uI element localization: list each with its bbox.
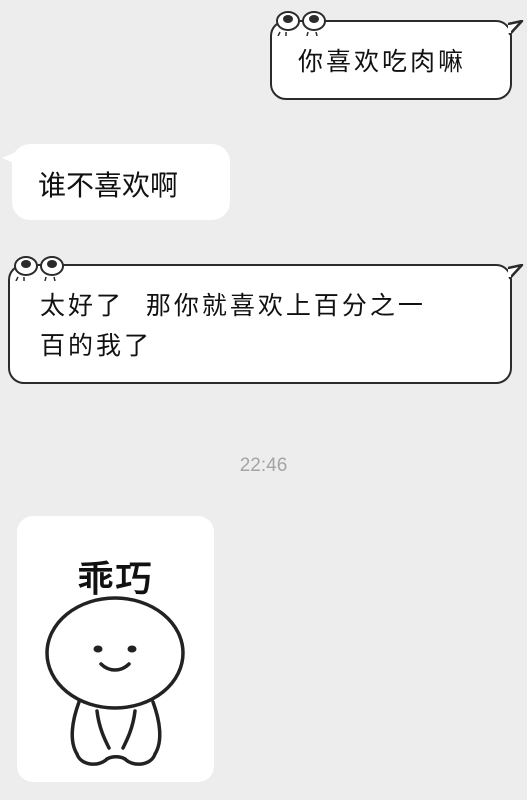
bubble-tail [508,264,524,280]
smiling-blob-character-icon [45,596,185,766]
bubble-tail [2,152,16,164]
message-timestamp: 22:46 [239,455,288,476]
message-bubble-self-1[interactable]: 你喜欢吃肉嘛 [270,11,524,100]
bubble-tail [508,20,524,36]
cartoon-eyes-icon [276,11,326,36]
message-bubble-self-2[interactable]: 太好了 那你就喜欢上百分之一 百的我了 [8,256,524,384]
message-bubble-other-1[interactable]: 谁不喜欢啊 [2,144,230,220]
message-text-line-2: 百的我了 [40,331,153,360]
message-text: 谁不喜欢啊 [38,169,179,202]
message-text: 你喜欢吃肉嘛 [298,47,467,76]
sticker-message[interactable]: 乖巧 [17,516,214,782]
cartoon-eyes-icon [14,256,64,281]
message-text-line-1: 太好了 那你就喜欢上百分之一 [40,291,426,320]
